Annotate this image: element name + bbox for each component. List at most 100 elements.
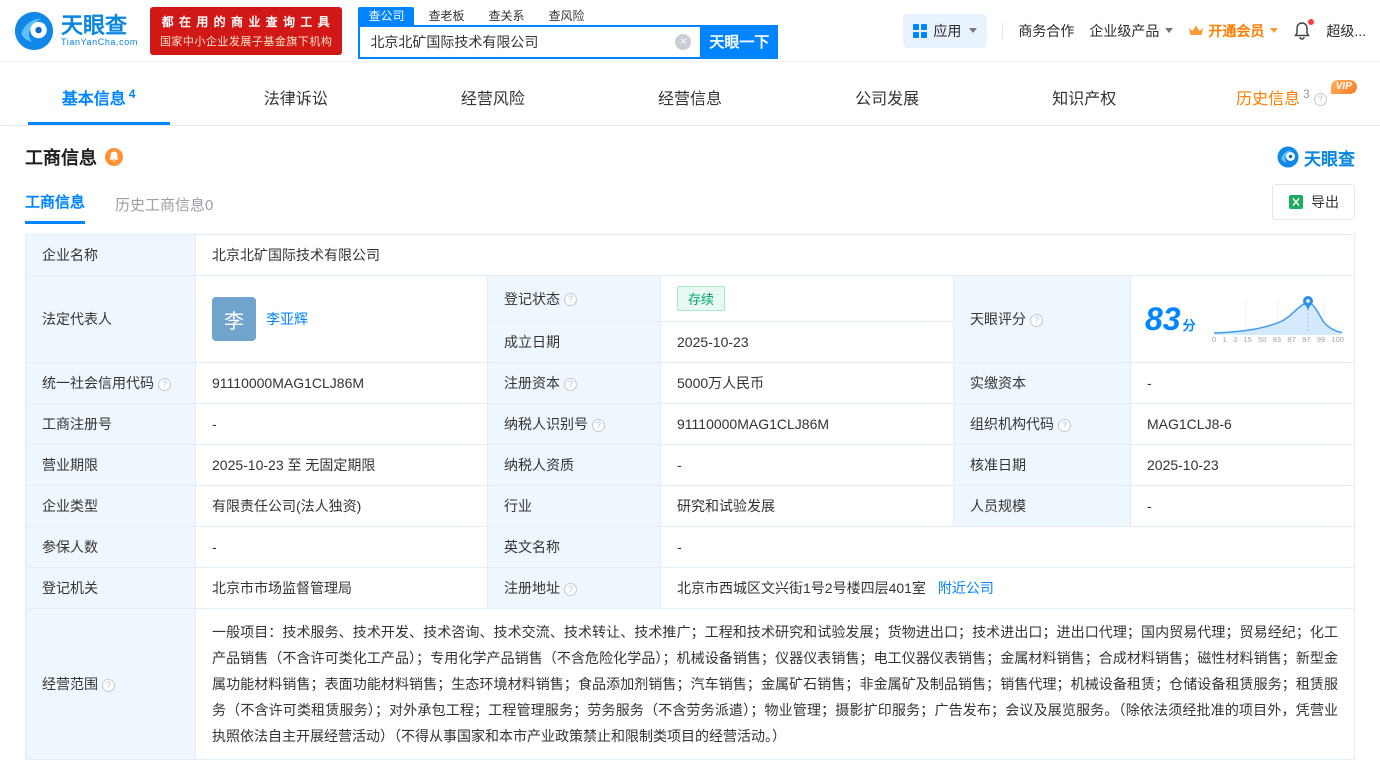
tab-intellectual-property[interactable]: 知识产权 — [986, 76, 1183, 125]
help-icon[interactable] — [1058, 418, 1071, 432]
subtab-business-info[interactable]: 工商信息 — [25, 191, 86, 224]
business-info-table: 企业名称 北京北矿国际技术有限公司 法定代表人 李 李亚辉 登记状态 存续 天眼… — [25, 234, 1355, 760]
search-input-wrap — [358, 24, 701, 59]
notification-dot — [1308, 19, 1315, 25]
table-row: 登记机关 北京市市场监督管理局 注册地址 北京市西城区文兴街1号2号楼四层401… — [25, 567, 1355, 609]
company-name-label: 企业名称 — [25, 234, 196, 276]
subscribe-bell-icon[interactable] — [105, 148, 123, 166]
excel-icon — [1289, 195, 1303, 209]
tab-history-info-label: 历史信息 — [1236, 91, 1301, 108]
search-tab-company[interactable]: 查公司 — [358, 6, 415, 25]
search-button[interactable]: 天眼一下 — [700, 24, 779, 59]
tianyancha-logo[interactable]: 天眼查 TianYanCha.com — [14, 11, 138, 51]
search-tab-boss[interactable]: 查老板 — [418, 7, 474, 25]
tab-intellectual-property-label: 知识产权 — [1052, 91, 1117, 108]
watermark-text: 天眼查 — [1304, 149, 1355, 169]
chevron-down-icon — [969, 28, 978, 33]
help-icon[interactable] — [158, 377, 171, 391]
help-icon[interactable] — [592, 418, 605, 432]
subtab-history-business-info[interactable]: 历史工商信息0 — [115, 194, 213, 224]
credit-code-label: 统一社会信用代码 — [25, 362, 196, 404]
legal-rep-avatar[interactable]: 李 — [212, 297, 256, 341]
org-code-label-text: 组织机构代码 — [970, 416, 1054, 432]
reg-status-label: 登记状态 — [487, 275, 661, 322]
staff-size-label: 人员规模 — [953, 485, 1131, 527]
orange-bell-icon — [105, 148, 123, 166]
tab-basic-info-count: 4 — [128, 87, 136, 101]
reg-address-value: 北京市西城区文兴街1号2号楼四层401室 附近公司 — [660, 567, 1355, 609]
english-name-value: - — [660, 526, 1355, 568]
search-tabs: 查公司 查老板 查关系 查风险 — [358, 3, 778, 25]
table-row: 参保人数 - 英文名称 - — [25, 526, 1355, 568]
brand-domain: TianYanCha.com — [61, 37, 138, 48]
table-row: 企业类型 有限责任公司(法人独资) 行业 研究和试验发展 人员规模 - — [25, 485, 1355, 527]
search-input[interactable] — [358, 24, 701, 59]
org-code-value: MAG1CLJ8-6 — [1130, 403, 1355, 445]
nav-user[interactable]: 超级... — [1326, 21, 1366, 41]
reg-status-value: 存续 — [660, 275, 954, 322]
help-icon[interactable] — [102, 678, 115, 692]
score-value: 83 — [1145, 301, 1181, 337]
logo-text: 天眼查 TianYanCha.com — [61, 14, 138, 47]
search-tab-relation[interactable]: 查关系 — [478, 7, 534, 25]
reg-address-text: 北京市西城区文兴街1号2号楼四层401室 — [677, 580, 926, 596]
business-term-label: 营业期限 — [25, 444, 196, 486]
main-tab-bar: 基本信息 4 法律诉讼 经营风险 经营信息 公司发展 知识产权 VIP 历史信息 3 — [0, 76, 1380, 126]
tianyan-score-label: 天眼评分 — [953, 275, 1131, 363]
legal-rep-name-link[interactable]: 李亚辉 — [266, 309, 308, 329]
promo-banner: 都 在 用 的 商 业 查 询 工 具 国家中小企业发展子基金旗下机构 — [149, 6, 343, 55]
business-scope-value: 一般项目：技术服务、技术开发、技术咨询、技术交流、技术转让、技术推广；工程和技术… — [195, 608, 1355, 760]
tianyancha-watermark: 天眼查 — [1277, 145, 1355, 170]
score-chart[interactable]: 0 1 3 15 50 83 87 97 99 100 — [1212, 295, 1344, 344]
tab-company-development-label: 公司发展 — [855, 91, 920, 108]
nav-apps[interactable]: 应用 — [903, 13, 988, 48]
table-row: 工商注册号 - 纳税人识别号 91110000MAG1CLJ86M 组织机构代码… — [25, 403, 1355, 445]
legal-rep-label: 法定代表人 — [25, 275, 196, 363]
tab-history-info[interactable]: VIP 历史信息 3 — [1183, 76, 1380, 125]
nav-apps-label: 应用 — [933, 22, 962, 39]
tianyan-score-label-text: 天眼评分 — [970, 311, 1026, 327]
help-icon[interactable] — [1030, 313, 1043, 327]
company-name-value: 北京北矿国际技术有限公司 — [195, 234, 1355, 276]
table-row: 统一社会信用代码 91110000MAG1CLJ86M 注册资本 5000万人民… — [25, 362, 1355, 404]
help-icon[interactable] — [564, 293, 577, 307]
taxpayer-quality-label: 纳税人资质 — [487, 444, 661, 486]
score-unit: 分 — [1182, 318, 1196, 333]
score-curve-icon — [1213, 295, 1343, 335]
search-tab-risk[interactable]: 查风险 — [538, 7, 594, 25]
help-icon[interactable] — [564, 582, 577, 596]
taxpayer-id-value: 91110000MAG1CLJ86M — [660, 403, 954, 445]
promo-line2: 国家中小企业发展子基金旗下机构 — [159, 35, 333, 48]
tab-operating-risk[interactable]: 经营风险 — [394, 76, 591, 125]
nav-cooperation[interactable]: 商务合作 — [1018, 21, 1074, 41]
tab-operating-info[interactable]: 经营信息 — [591, 76, 788, 125]
tianyancha-logo-icon — [14, 11, 54, 50]
tab-legal-litigation[interactable]: 法律诉讼 — [197, 76, 394, 125]
nav-enterprise-products[interactable]: 企业级产品 — [1089, 21, 1174, 41]
paid-capital-label: 实缴资本 — [953, 362, 1131, 404]
business-scope-label-text: 经营范围 — [42, 676, 98, 692]
help-icon[interactable] — [1313, 93, 1327, 107]
paid-capital-value: - — [1130, 362, 1355, 404]
tianyan-score-value: 83 分 0 1 3 15 50 83 87 97 99 100 — [1130, 275, 1355, 363]
top-nav: 应用 商务合作 企业级产品 开通会员 超级... — [903, 13, 1366, 48]
help-icon[interactable] — [564, 377, 577, 391]
tab-company-development[interactable]: 公司发展 — [789, 76, 986, 125]
nearby-companies-link[interactable]: 附近公司 — [938, 580, 994, 596]
taxpayer-id-label: 纳税人识别号 — [487, 403, 661, 445]
insured-num-label: 参保人数 — [25, 526, 196, 568]
business-term-value: 2025-10-23 至 无固定期限 — [195, 444, 488, 486]
table-row: 法定代表人 李 李亚辉 登记状态 存续 天眼评分 83分 — [25, 275, 1355, 363]
nav-open-vip-label: 开通会员 — [1208, 22, 1265, 39]
tab-basic-info[interactable]: 基本信息 4 — [0, 76, 197, 125]
taxpayer-quality-value: - — [660, 444, 954, 486]
clear-icon[interactable] — [675, 33, 692, 50]
grid-icon — [913, 23, 928, 38]
reg-address-label-text: 注册地址 — [504, 580, 560, 596]
tab-operating-risk-label: 经营风险 — [460, 91, 525, 108]
export-button[interactable]: 导出 — [1272, 184, 1355, 220]
subtab-bar: 工商信息 历史工商信息0 导出 — [25, 184, 1355, 224]
nav-open-vip[interactable]: 开通会员 — [1188, 21, 1279, 41]
business-scope-label: 经营范围 — [25, 608, 196, 760]
notification-bell-icon[interactable] — [1293, 19, 1315, 40]
